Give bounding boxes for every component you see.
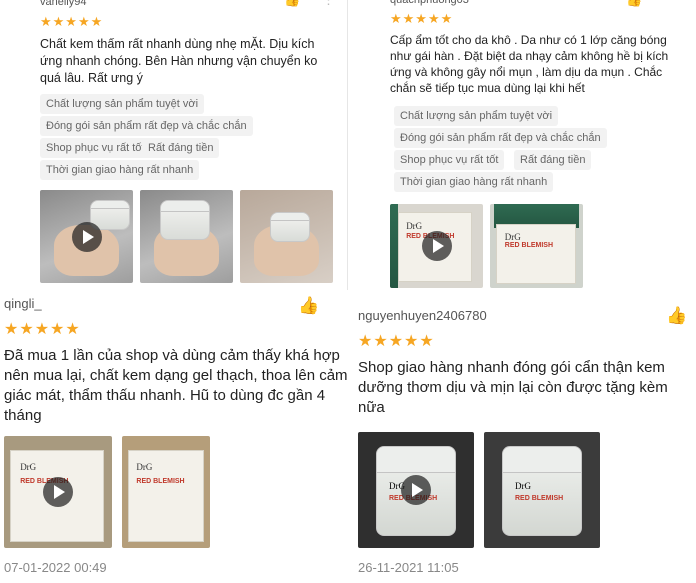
review-tag: Rất đáng tiền: [514, 150, 592, 170]
review-tag: Thời gian giao hàng rất nhanh: [394, 172, 554, 192]
review-photo[interactable]: DrG RED BLEMISH: [484, 432, 600, 548]
review-tag: Chất lượng sản phẩm tuyệt vời: [40, 94, 205, 114]
product-brand: DrG: [504, 231, 521, 242]
product-brand: DrG: [20, 461, 37, 472]
play-icon[interactable]: [401, 475, 431, 505]
review-date: 26-11-2021 11:05: [358, 560, 459, 575]
review-text: Chất kem thấm rất nhanh dùng nhẹ mẶt. Dị…: [40, 37, 318, 85]
reviewer-name[interactable]: nguyenhuyen2406780: [358, 308, 487, 323]
review-photo[interactable]: [140, 190, 233, 283]
review-tag: Đóng gói sản phẩm rất đẹp và chắc chắn: [40, 116, 253, 136]
product-brand: DrG: [136, 461, 153, 472]
review-card-2: quachphuong03 👍 ★★★★★ Cấp ẩm tốt cho da …: [350, 0, 696, 296]
review-tag: Rất đáng tiền: [142, 138, 220, 158]
thumbs-up-icon[interactable]: 👍: [666, 306, 687, 326]
product-line: RED BLEMISH: [515, 495, 564, 502]
review-photo[interactable]: DrG RED BLEMISH: [490, 204, 583, 288]
rating-stars: ★★★★★: [4, 321, 81, 338]
review-tag: Shop phục vụ rất tốt: [394, 150, 505, 170]
review-card-4: nguyenhuyen2406780 👍 ★★★★★ Shop giao hàn…: [352, 296, 696, 583]
rating-stars: ★★★★★: [390, 11, 454, 26]
review-video-thumbnail[interactable]: DrG RED BLEMISH: [4, 436, 112, 548]
play-icon[interactable]: [421, 231, 452, 261]
review-tag: Thời gian giao hàng rất nhanh: [40, 160, 200, 180]
review-tag: Đóng gói sản phẩm rất đẹp và chắc chắn: [394, 128, 607, 148]
review-photo[interactable]: DrG RED BLEMISH: [122, 436, 210, 548]
product-line: RED BLEMISH: [136, 478, 185, 485]
rating-stars: ★★★★★: [40, 14, 104, 29]
product-brand: DrG: [406, 221, 423, 232]
review-tag: Shop phục vụ rất tốt: [40, 138, 151, 158]
review-video-thumbnail[interactable]: DrG RED BLEMISH: [358, 432, 474, 548]
review-photo[interactable]: [240, 190, 333, 283]
reviewer-name[interactable]: quachphuong03: [390, 0, 469, 6]
review-card-3: qingli_ 👍 ★★★★★ Đã mua 1 lần của shop và…: [0, 292, 350, 583]
play-icon[interactable]: [43, 477, 73, 507]
review-card-1: vanelly94 👍 ⋮ ★★★★★ Chất kem thấm rất nh…: [0, 0, 348, 290]
rating-stars: ★★★★★: [358, 333, 435, 350]
review-video-thumbnail[interactable]: DrG RED BLEMISH: [390, 204, 483, 288]
thumbs-up-icon[interactable]: 👍: [626, 0, 642, 8]
product-line: RED BLEMISH: [504, 242, 554, 250]
review-tag: Chất lượng sản phẩm tuyệt vời: [394, 106, 559, 126]
product-brand: DrG: [515, 481, 531, 491]
thumbs-up-icon[interactable]: 👍: [284, 0, 300, 8]
reviewer-name[interactable]: vanelly94: [40, 0, 86, 8]
review-text: Cấp ẩm tốt cho da khô . Da như có 1 lớp …: [390, 33, 669, 95]
reviewer-name[interactable]: qingli_: [4, 296, 42, 311]
more-icon[interactable]: ⋮: [322, 0, 335, 8]
play-icon[interactable]: [71, 221, 102, 252]
review-date: 07-01-2022 00:49: [4, 560, 107, 575]
review-text: Đã mua 1 lần của shop và dùng cảm thấy k…: [4, 347, 348, 424]
thumbs-up-icon[interactable]: 👍: [298, 296, 319, 316]
review-text: Shop giao hàng nhanh đóng gói cẩn thận k…: [358, 359, 668, 416]
review-video-thumbnail[interactable]: [40, 190, 133, 283]
